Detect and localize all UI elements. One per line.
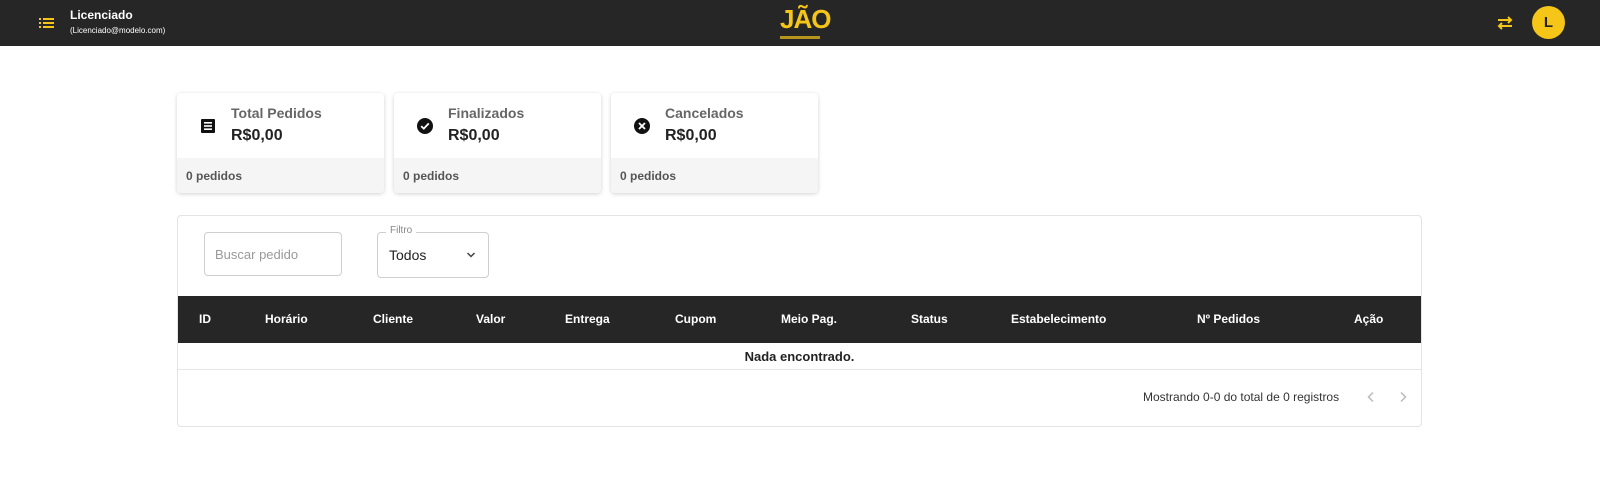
card-title: Finalizados bbox=[448, 105, 525, 121]
column-header[interactable]: Valor bbox=[476, 312, 505, 326]
filter-select[interactable]: Filtro Todos bbox=[377, 225, 489, 278]
avatar[interactable]: L bbox=[1532, 6, 1565, 39]
table-header: ID Horário Cliente Valor Entrega Cupom M… bbox=[178, 296, 1421, 343]
column-header[interactable]: Cliente bbox=[373, 312, 413, 326]
column-header[interactable]: Ação bbox=[1354, 312, 1383, 326]
orders-panel: Filtro Todos ID Horário Cliente Valor En… bbox=[177, 215, 1422, 427]
card-body: Finalizados R$0,00 bbox=[394, 93, 601, 158]
column-header[interactable]: Horário bbox=[265, 312, 308, 326]
cancel-circle-icon bbox=[633, 117, 651, 135]
card-value: R$0,00 bbox=[231, 127, 283, 144]
column-header[interactable]: Entrega bbox=[565, 312, 610, 326]
column-header[interactable]: ID bbox=[199, 312, 211, 326]
top-bar: Licenciado (Licenciado@modelo.com) JÃO L bbox=[0, 0, 1600, 46]
chevron-down-icon bbox=[466, 252, 476, 258]
swap-icon[interactable] bbox=[1494, 12, 1516, 34]
card-title: Total Pedidos bbox=[231, 105, 322, 121]
empty-message: Nada encontrado. bbox=[178, 344, 1421, 370]
card-finalizados: Finalizados R$0,00 0 pedidos bbox=[394, 93, 601, 193]
card-footer: 0 pedidos bbox=[177, 158, 384, 193]
column-header[interactable]: Nº Pedidos bbox=[1197, 312, 1260, 326]
column-header[interactable]: Status bbox=[911, 312, 948, 326]
logo-tagline bbox=[780, 36, 820, 39]
card-title: Cancelados bbox=[665, 105, 744, 121]
chevron-right-icon[interactable] bbox=[1396, 390, 1410, 404]
card-count: 0 pedidos bbox=[403, 169, 460, 183]
pagination-info: Mostrando 0-0 do total de 0 registros bbox=[1143, 390, 1340, 404]
user-name: Licenciado bbox=[70, 8, 133, 22]
card-body: Cancelados R$0,00 bbox=[611, 93, 818, 158]
list-icon bbox=[199, 117, 217, 135]
filter-label: Filtro bbox=[386, 225, 417, 236]
search-input[interactable] bbox=[204, 232, 342, 276]
card-count: 0 pedidos bbox=[186, 169, 243, 183]
card-value: R$0,00 bbox=[665, 127, 717, 144]
card-body: Total Pedidos R$0,00 bbox=[177, 93, 384, 158]
logo-text: JÃO bbox=[780, 4, 831, 34]
column-header[interactable]: Cupom bbox=[675, 312, 716, 326]
chevron-left-icon[interactable] bbox=[1364, 390, 1378, 404]
check-circle-icon bbox=[416, 117, 434, 135]
card-value: R$0,00 bbox=[448, 127, 500, 144]
column-header[interactable]: Estabelecimento bbox=[1011, 312, 1106, 326]
brand-logo: JÃO bbox=[780, 4, 831, 44]
user-email: (Licenciado@modelo.com) bbox=[70, 26, 166, 35]
filter-value: Todos bbox=[389, 247, 427, 263]
menu-icon[interactable] bbox=[36, 13, 56, 33]
card-cancelados: Cancelados R$0,00 0 pedidos bbox=[611, 93, 818, 193]
column-header[interactable]: Meio Pag. bbox=[781, 312, 837, 326]
card-footer: 0 pedidos bbox=[611, 158, 818, 193]
card-total-pedidos: Total Pedidos R$0,00 0 pedidos bbox=[177, 93, 384, 193]
card-count: 0 pedidos bbox=[620, 169, 677, 183]
card-footer: 0 pedidos bbox=[394, 158, 601, 193]
